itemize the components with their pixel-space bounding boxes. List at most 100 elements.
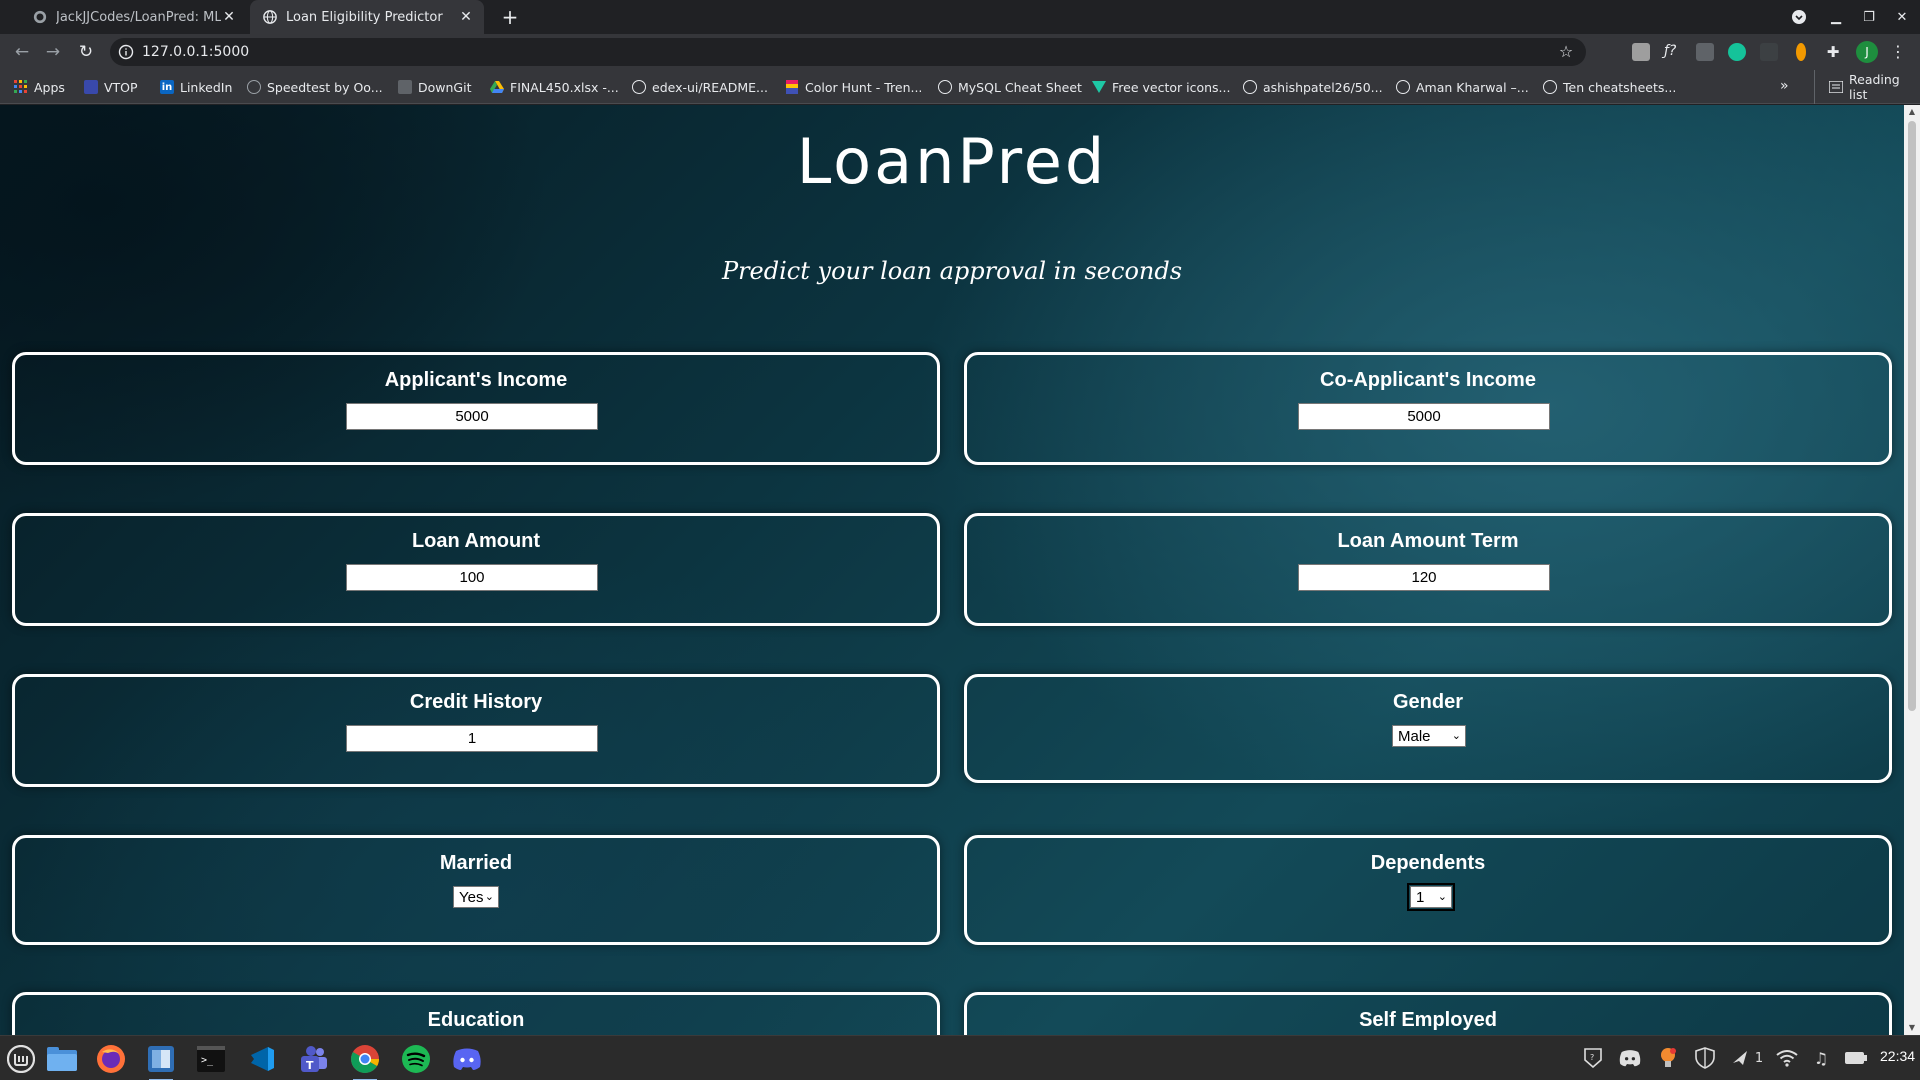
info-icon[interactable] — [118, 44, 134, 60]
battery-icon[interactable] — [1843, 1045, 1869, 1071]
bookmark-vtop[interactable]: VTOP — [84, 70, 138, 104]
linux-mint-menu-icon[interactable] — [4, 1042, 38, 1076]
bookmark-final450[interactable]: FINAL450.xlsx -... — [490, 70, 619, 104]
credit-history-label: Credit History — [409, 691, 543, 713]
terminal-icon[interactable]: >_ — [194, 1042, 228, 1076]
gender-select[interactable]: Male ⌄ — [1392, 725, 1466, 747]
bookmark-label: Ten cheatsheets... — [1563, 79, 1677, 95]
married-selected-value: Yes — [459, 888, 484, 906]
close-window-button[interactable]: ✕ — [1886, 0, 1918, 34]
education-card: Education — [12, 992, 940, 1035]
bookmark-label: Color Hunt - Tren... — [805, 79, 923, 95]
bookmark-edex-ui[interactable]: edex-ui/README... — [632, 70, 768, 104]
clock[interactable]: 22:34 — [1880, 1048, 1915, 1064]
firefox-icon[interactable] — [94, 1042, 128, 1076]
extension-formula-icon[interactable]: ƒ? — [1664, 43, 1682, 61]
bookmark-aman-kharwal[interactable]: Aman Kharwal –... — [1396, 70, 1529, 104]
discord-tray-icon[interactable] — [1617, 1045, 1643, 1071]
bookmark-free-vector-icons[interactable]: Free vector icons... — [1092, 70, 1230, 104]
self-employed-card: Self Employed — [964, 992, 1892, 1035]
svg-text:T: T — [306, 1059, 314, 1072]
address-bar[interactable]: 127.0.0.1:5000 ☆ — [110, 38, 1586, 66]
tab-github-repo[interactable]: JackJJCodes/LoanPred: ML-b ✕ — [12, 0, 247, 34]
chrome-icon[interactable] — [348, 1042, 382, 1080]
profile-avatar[interactable]: J — [1856, 41, 1878, 63]
scroll-up-arrow-icon[interactable]: ▲ — [1908, 107, 1916, 117]
discord-icon[interactable] — [450, 1042, 484, 1076]
scroll-down-arrow-icon[interactable]: ▼ — [1908, 1023, 1916, 1033]
reading-list-button[interactable]: Reading list — [1814, 70, 1920, 104]
notifications-icon[interactable] — [1727, 1045, 1753, 1071]
globe-icon — [262, 9, 278, 25]
update-manager-icon[interactable] — [1655, 1045, 1681, 1071]
bookmark-speedtest[interactable]: Speedtest by Oo... — [247, 70, 383, 104]
married-label: Married — [439, 852, 513, 874]
dependents-select[interactable]: 1 ⌄ — [1407, 883, 1455, 911]
speedtest-icon — [247, 80, 261, 94]
linkedin-icon: in — [160, 80, 174, 94]
new-tab-button[interactable]: + — [498, 5, 522, 29]
bookmark-ten-cheatsheets[interactable]: Ten cheatsheets... — [1543, 70, 1676, 104]
married-card: Married Yes ⌄ — [12, 835, 940, 945]
bookmark-downgit[interactable]: DownGit — [398, 70, 471, 104]
close-icon[interactable]: ✕ — [221, 9, 237, 25]
extension-honey-icon[interactable] — [1796, 43, 1806, 61]
bookmark-label: ashishpatel26/50... — [1263, 79, 1383, 95]
scroll-thumb[interactable] — [1908, 121, 1916, 711]
github-icon — [1243, 80, 1257, 94]
married-select[interactable]: Yes ⌄ — [453, 886, 499, 908]
loan-amount-term-label: Loan Amount Term — [1337, 530, 1519, 552]
bookmark-star-icon[interactable]: ☆ — [1556, 42, 1576, 62]
wifi-icon[interactable] — [1774, 1045, 1800, 1071]
tab-loan-predictor[interactable]: Loan Eligibility Predictor ✕ — [250, 0, 484, 34]
tray-shield-badge-icon[interactable]: ? — [1580, 1045, 1606, 1071]
teams-icon[interactable]: T — [296, 1042, 330, 1076]
bookmark-linkedin[interactable]: in LinkedIn — [160, 70, 232, 104]
close-icon[interactable]: ✕ — [458, 9, 474, 25]
back-button[interactable]: ← — [10, 40, 34, 64]
coapplicant-income-label: Co-Applicant's Income — [1320, 369, 1536, 391]
gender-label: Gender — [1392, 691, 1464, 713]
credit-history-card: Credit History — [12, 674, 940, 787]
vscode-icon[interactable] — [245, 1042, 279, 1076]
bookmarks-overflow-button[interactable]: » — [1780, 78, 1789, 94]
security-shield-icon[interactable] — [1692, 1045, 1718, 1071]
page-scrollbar[interactable]: ▲ ▼ — [1904, 105, 1920, 1035]
svg-text:?: ? — [1590, 1053, 1594, 1062]
extension-grid-icon[interactable] — [1696, 43, 1714, 61]
music-note-icon[interactable]: ♫ — [1808, 1045, 1834, 1071]
grammarly-icon[interactable] — [1728, 43, 1746, 61]
extensions-puzzle-icon[interactable]: ✚ — [1824, 43, 1842, 61]
minimize-button[interactable]: ▁ — [1820, 0, 1852, 34]
maximize-button[interactable]: ❐ — [1853, 0, 1885, 34]
extension-mt-icon[interactable] — [1760, 43, 1778, 61]
reload-button[interactable]: ↻ — [74, 40, 98, 64]
apps-grid-icon — [14, 80, 28, 94]
credit-history-input[interactable] — [346, 725, 598, 752]
nemo-icon[interactable] — [144, 1042, 178, 1080]
coapplicant-income-input[interactable] — [1298, 403, 1550, 430]
bookmark-label: DownGit — [418, 79, 472, 95]
loan-amount-input[interactable] — [346, 564, 598, 591]
loan-amount-term-input[interactable] — [1298, 564, 1550, 591]
menu-kebab-icon[interactable]: ⋮ — [1888, 40, 1908, 64]
bookmark-label: FINAL450.xlsx -... — [510, 79, 619, 95]
page-subtitle: Predict your loan approval in seconds — [721, 257, 1183, 285]
education-label: Education — [427, 1009, 525, 1031]
extension-k-icon[interactable] — [1632, 43, 1650, 61]
bookmark-ashishpatel[interactable]: ashishpatel26/50... — [1243, 70, 1383, 104]
bookmark-apps[interactable]: Apps — [14, 70, 65, 104]
coapplicant-income-card: Co-Applicant's Income — [964, 352, 1892, 465]
workspace-indicator[interactable]: 1 — [1751, 1045, 1767, 1071]
bookmark-color-hunt[interactable]: Color Hunt - Tren... — [785, 70, 922, 104]
bookmark-mysql-cheat-sheet[interactable]: MySQL Cheat Sheet — [938, 70, 1082, 104]
vtop-icon — [84, 80, 98, 94]
bookmark-label: Free vector icons... — [1112, 79, 1231, 95]
spotify-icon[interactable] — [399, 1042, 433, 1076]
bookmark-label: edex-ui/README... — [652, 79, 768, 95]
tab-search-icon[interactable] — [1783, 0, 1815, 34]
files-icon[interactable] — [45, 1042, 79, 1076]
forward-button[interactable]: → — [41, 40, 65, 64]
applicant-income-input[interactable] — [346, 403, 598, 430]
gender-card: Gender Male ⌄ — [964, 674, 1892, 783]
